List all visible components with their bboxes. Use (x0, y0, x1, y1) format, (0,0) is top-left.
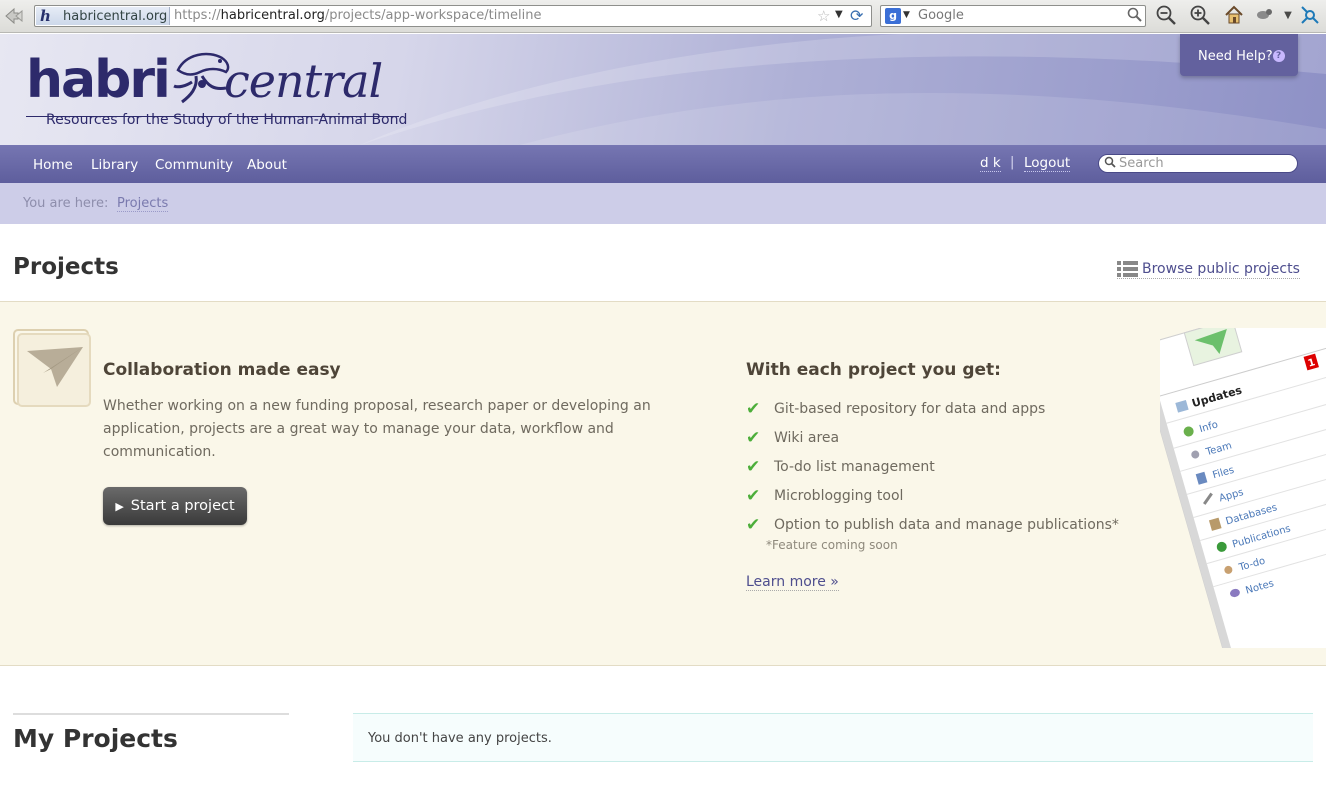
search-icon (1104, 155, 1116, 172)
browser-toolbar: h habricentral.org https://habricentral.… (0, 0, 1326, 33)
browse-public-projects-label: Browse public projects (1142, 261, 1300, 277)
magnifier-icon[interactable] (1127, 7, 1143, 27)
no-projects-message: You don't have any projects. (353, 713, 1313, 762)
url-path: /projects/app-workspace/timeline (324, 8, 542, 23)
breadcrumb-projects-link[interactable]: Projects (117, 196, 169, 212)
list-item: ✔ Option to publish data and manage publi… (746, 510, 1119, 539)
url-domain: habricentral.org (220, 8, 325, 23)
feature-label: To-do list management (774, 458, 935, 475)
nav-separator: | (1010, 155, 1015, 170)
nav-item-about[interactable]: About (247, 157, 287, 173)
browse-public-projects-link[interactable]: Browse public projects (1117, 260, 1300, 279)
site-search-box[interactable] (1098, 154, 1298, 173)
page-title: Projects (13, 254, 119, 280)
need-help-label: Need Help? (1198, 49, 1273, 64)
addon-icon[interactable] (1253, 4, 1277, 28)
project-menu-preview: 1 Updates Info Team Files Apps Databases… (1160, 328, 1326, 648)
list-item: ✔ Git-based repository for data and apps (746, 395, 1119, 424)
feature-label: Option to publish data and manage public… (774, 516, 1119, 533)
browser-search-box[interactable]: g ▼ Google (880, 5, 1146, 27)
zoom-out-icon[interactable] (1154, 4, 1178, 28)
site-identity-label: habricentral.org (63, 8, 168, 24)
intro-heading: Collaboration made easy (103, 360, 341, 380)
feature-label: Git-based repository for data and apps (774, 401, 1046, 418)
paper-plane-icon (13, 329, 91, 407)
home-icon[interactable] (1222, 4, 1246, 28)
need-help-button[interactable]: Need Help?? (1180, 34, 1298, 76)
logo-tagline: Resources for the Study of the Human-Ani… (46, 112, 408, 128)
logo-habri: habri (26, 50, 171, 110)
site-favicon-icon: h (40, 7, 51, 25)
google-engine-icon[interactable]: g (885, 8, 901, 24)
start-project-button[interactable]: ▶ Start a project (103, 487, 247, 525)
play-icon: ▶ (115, 499, 124, 513)
check-icon: ✔ (746, 514, 761, 535)
list-item: ✔ Microblogging tool (746, 481, 1119, 510)
logout-link[interactable]: Logout (1024, 155, 1071, 172)
list-icon (1117, 261, 1138, 277)
check-icon: ✔ (746, 428, 761, 449)
reload-icon[interactable]: ⟳ (850, 6, 863, 25)
learn-more-link[interactable]: Learn more » (746, 574, 839, 591)
list-item: ✔ To-do list management (746, 453, 1119, 482)
nav-item-community[interactable]: Community (155, 157, 233, 173)
intro-panel: Collaboration made easy Whether working … (0, 301, 1326, 666)
intro-text: Whether working on a new funding proposa… (103, 398, 651, 460)
check-icon: ✔ (746, 456, 761, 477)
question-icon: ? (1272, 50, 1285, 62)
features-list: ✔ Git-based repository for data and apps … (746, 395, 1119, 539)
nav-item-library[interactable]: Library (91, 157, 138, 173)
feature-note: *Feature coming soon (766, 538, 898, 552)
my-projects-rule (13, 713, 289, 715)
site-logo[interactable]: habri central Resources for the Study of… (26, 50, 408, 130)
user-name-link[interactable]: d k (980, 155, 1001, 172)
bookmark-star-icon[interactable]: ☆ (817, 7, 830, 25)
url-text[interactable]: https://habricentral.org/projects/app-wo… (174, 8, 542, 23)
breadcrumb-label: You are here: (23, 196, 109, 211)
zoom-in-icon[interactable] (1188, 4, 1212, 28)
feature-label: Wiki area (774, 430, 840, 447)
chevron-down-icon[interactable]: ▼ (903, 10, 910, 20)
back-icon[interactable] (4, 7, 28, 25)
my-projects-title: My Projects (13, 724, 178, 753)
site-header: habri central Resources for the Study of… (0, 34, 1326, 145)
site-identity-button[interactable]: h habricentral.org (36, 7, 170, 25)
check-icon: ✔ (746, 485, 761, 506)
search-input[interactable] (1119, 156, 1289, 171)
chevron-down-icon[interactable]: ▼ (835, 9, 843, 20)
nav-item-home[interactable]: Home (33, 157, 73, 173)
main-nav: Home Library Community About d k | Logou… (0, 145, 1326, 183)
address-bar[interactable]: h habricentral.org https://habricentral.… (34, 5, 872, 27)
list-item: ✔ Wiki area (746, 424, 1119, 453)
chevron-down-icon[interactable]: ▼ (1276, 4, 1300, 28)
browser-search-placeholder: Google (918, 8, 964, 23)
check-icon: ✔ (746, 399, 761, 420)
breadcrumb: You are here: Projects (0, 183, 1326, 224)
network-icon[interactable] (1298, 4, 1322, 28)
feature-label: Microblogging tool (774, 487, 904, 504)
features-heading: With each project you get: (746, 360, 1001, 380)
logo-central: central (224, 54, 383, 108)
start-project-label: Start a project (130, 498, 235, 514)
url-scheme: https:// (174, 8, 221, 23)
